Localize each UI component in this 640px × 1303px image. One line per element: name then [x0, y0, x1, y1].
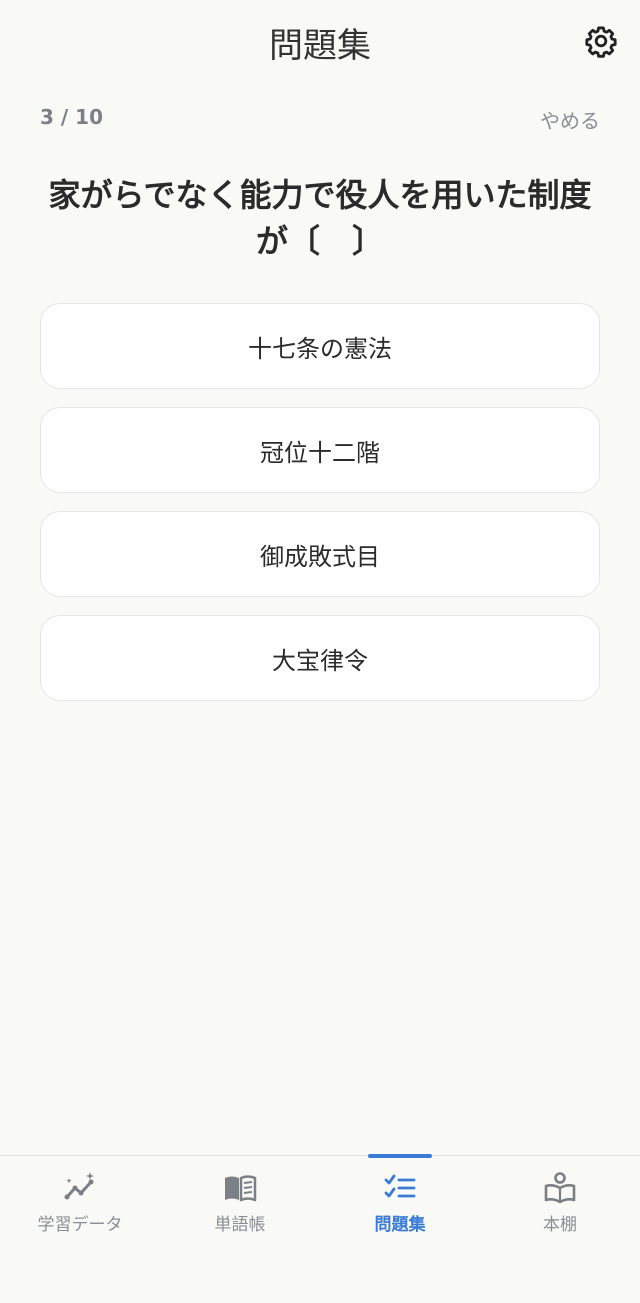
tab-label: 本棚: [543, 1215, 577, 1235]
choice-button[interactable]: 大宝律令: [40, 615, 600, 701]
open-book-icon: [225, 1175, 257, 1202]
page-title: 問題集: [269, 26, 371, 66]
choice-list: 十七条の憲法 冠位十二階 御成敗式目 大宝律令: [40, 303, 600, 719]
progress-counter: 3 / 10: [40, 105, 103, 129]
tab-study-data[interactable]: 学習データ: [0, 1156, 160, 1266]
choice-button[interactable]: 十七条の憲法: [40, 303, 600, 389]
reader-book-icon: [544, 1172, 576, 1204]
tab-label: 単語帳: [214, 1215, 266, 1235]
tab-label: 問題集: [374, 1215, 426, 1235]
tab-bookshelf[interactable]: 本棚: [480, 1156, 640, 1266]
sparkle-chart-icon: [64, 1172, 94, 1200]
quiz-status-row: 3 / 10 やめる: [40, 105, 600, 135]
gear-icon[interactable]: [584, 24, 618, 58]
choice-button[interactable]: 御成敗式目: [40, 511, 600, 597]
bottom-tab-bar: 学習データ 単語帳 問題集 本棚: [0, 1154, 640, 1303]
tab-label: 学習データ: [37, 1215, 123, 1235]
checklist-icon: [384, 1174, 416, 1198]
quit-button[interactable]: やめる: [540, 105, 600, 134]
choice-button[interactable]: 冠位十二階: [40, 407, 600, 493]
app-header: 問題集: [0, 0, 640, 82]
question-text: 家がらでなく能力で役人を用いた制度が〔 〕: [48, 176, 592, 260]
tab-wordbook[interactable]: 単語帳: [160, 1156, 320, 1266]
tab-workbook[interactable]: 問題集: [320, 1156, 480, 1266]
